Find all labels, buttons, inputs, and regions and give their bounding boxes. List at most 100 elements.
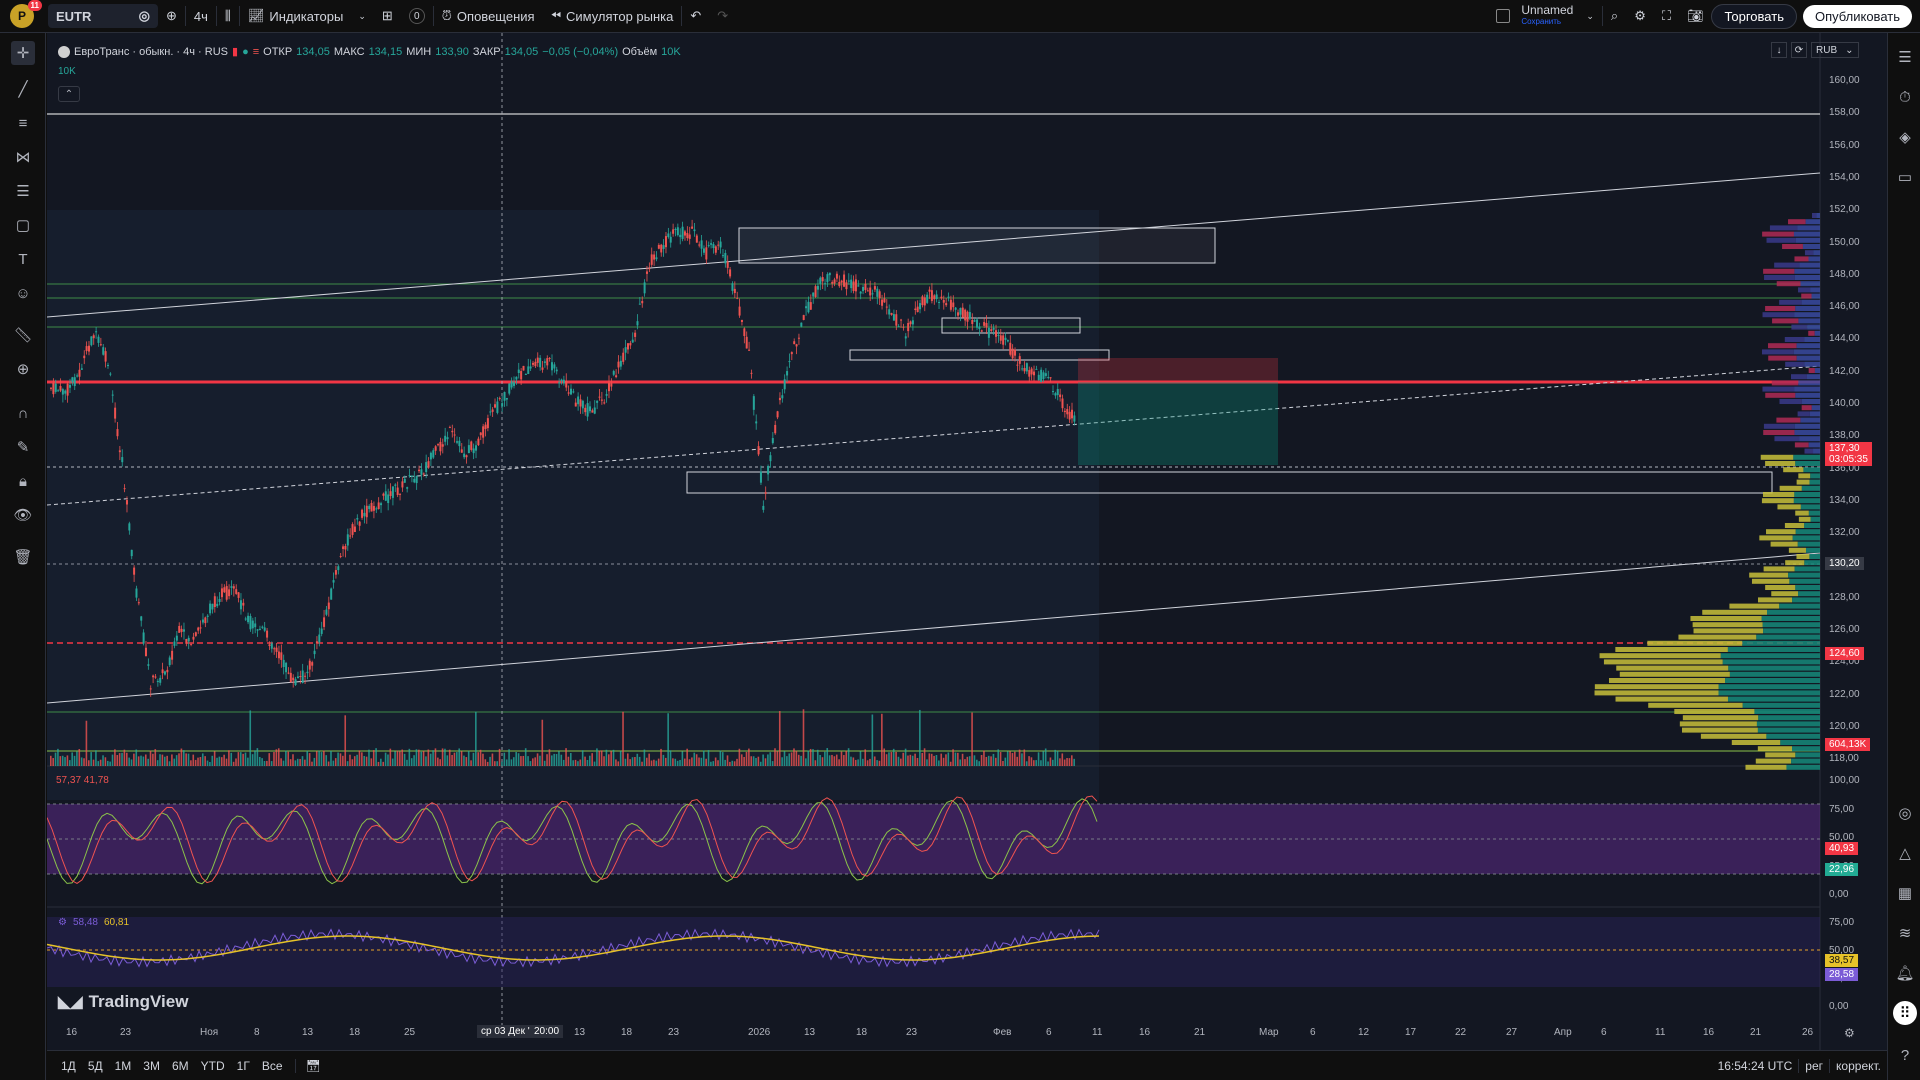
candle-body [137,602,140,604]
quick-search-button[interactable]: ⌕ [1603,0,1626,33]
forecast-icon[interactable]: ☰ [11,179,35,203]
help-icon[interactable]: ? [1893,1043,1917,1067]
adjust-toggle[interactable]: коррект. [1829,1058,1887,1073]
target-icon[interactable]: ◎ [1893,801,1917,825]
apps-icon[interactable]: ⠿ [1893,1001,1917,1025]
candle-body [971,319,974,325]
publish-button[interactable]: Опубликовать [1802,4,1912,28]
trash-icon[interactable]: 🗑︎ [11,545,35,569]
fib-icon[interactable]: ≡ [11,111,35,135]
shapes-icon[interactable]: ▢ [11,213,35,237]
volume-bar [437,757,439,766]
volume-profile-bar [1788,572,1820,578]
candle-body [106,364,109,367]
trade-button[interactable]: Торговать [1711,3,1797,29]
pattern-icon[interactable]: ⋈ [11,145,35,169]
chart-canvas[interactable] [47,33,1887,1053]
range-button[interactable]: 3М [137,1059,166,1073]
volume-profile-bar [1794,268,1820,274]
volume-profile-bar [1798,318,1820,324]
volume-bar [154,749,157,766]
replay-button[interactable]: ⏪︎ Симулятор рынка [543,0,682,33]
chart-pane[interactable] [47,33,1887,1053]
layout-name-button[interactable]: Unnamed Сохранить ⌄ [1488,0,1602,33]
volume-bar [619,751,622,766]
candle-body [403,478,406,483]
session-mode[interactable]: рег [1798,1058,1829,1073]
volume-bar [401,749,404,766]
arrow-down-icon[interactable]: ↓ [1771,42,1787,58]
range-button[interactable]: 1Г [231,1059,256,1073]
candle-body [332,580,335,583]
feed-icon[interactable]: ≋ [1893,921,1917,945]
crosshair-icon[interactable]: ✛ [11,41,35,65]
candle-body [446,437,449,440]
chat-icon[interactable]: ▭ [1893,165,1917,189]
axis-settings-icon[interactable]: ⚙ [1844,1026,1855,1040]
volume-profile-bar [1765,392,1796,398]
range-button[interactable]: 1Д [55,1059,82,1073]
candle-body [681,226,684,239]
lock-icon[interactable]: 🔒︎ [11,469,35,493]
volume-bar [698,757,700,766]
collapse-legend-button[interactable]: ⌃ [58,86,80,102]
watchlist-icon[interactable]: ☰ [1893,45,1917,69]
clock[interactable]: 16:54:24 UTC [1712,1059,1799,1073]
candle-body [467,445,470,454]
user-avatar[interactable]: P 11 [10,0,42,28]
candle-body [700,240,703,249]
templates-button[interactable]: 0 [401,0,433,33]
indicators-button[interactable]: 📈︎ Индикаторы ⌄ [240,0,374,33]
volume-bar [672,758,674,766]
layouts-button[interactable]: ⊞ [374,0,401,33]
chevron-down-icon[interactable]: ⌄ [358,11,366,22]
alerts-clock-icon[interactable]: ⏱︎ [1893,85,1917,109]
triangle-icon[interactable]: △ [1893,841,1917,865]
eye-icon[interactable]: 👁︎ [11,503,35,527]
candle-body [826,274,829,283]
compare-icon[interactable]: ◎ [139,8,150,24]
layout-checkbox[interactable] [1496,9,1511,23]
candle-body [631,339,634,343]
volume-bar [327,761,330,766]
symbol-search[interactable]: EUTR ◎ [48,4,158,28]
chart-type-button[interactable]: ⫼ [217,0,239,33]
legend-title[interactable]: ЕвроТранс · обыкн. · 4ч · RUS [74,46,228,58]
ruler-icon[interactable]: 📏︎ [11,323,35,347]
text-icon[interactable]: T [11,247,35,271]
calendar-icon[interactable]: ▦ [1893,881,1917,905]
volume-profile-bar [1790,374,1807,380]
currency-select[interactable]: RUB ⌄ [1811,42,1859,58]
range-button[interactable]: Все [256,1059,289,1073]
alerts-button[interactable]: ⏰︎ Оповещения [434,0,543,33]
fullscreen-button[interactable]: ⛶ [1654,0,1679,33]
volume-bar [147,758,149,766]
range-button[interactable]: YTD [195,1059,231,1073]
add-symbol-button[interactable]: ⊕ [158,0,185,33]
snapshot-button[interactable]: 📷︎ [1679,0,1712,33]
settings-button[interactable]: ⚙ [1626,0,1654,33]
candle-body [173,641,176,646]
range-button[interactable]: 1М [109,1059,138,1073]
zoom-icon[interactable]: ⊕ [11,357,35,381]
candle-body [966,311,969,322]
trendline-icon[interactable]: ╱ [11,77,35,101]
undo-button[interactable]: ↶ [682,0,709,33]
volume-profile-bar [1809,479,1820,485]
date-range-icon[interactable]: 📅︎ [294,1058,327,1073]
volume-bar [631,757,634,766]
refresh-icon[interactable]: ⟳ [1791,42,1807,58]
emoji-icon[interactable]: ☺ [11,281,35,305]
layers-icon[interactable]: ◈ [1893,125,1917,149]
candle-body [218,599,221,603]
magnet-icon[interactable]: ∩ [11,401,35,425]
chevron-down-icon[interactable]: ⌄ [1586,11,1594,22]
volume-bar [251,754,254,766]
interval-button[interactable]: 4ч [186,0,216,33]
bell-icon[interactable]: 🔔︎ [1893,961,1917,985]
range-button[interactable]: 6М [166,1059,195,1073]
range-button[interactable]: 5Д [82,1059,109,1073]
pencil-lock-icon[interactable]: ✎ [11,435,35,459]
redo-button[interactable]: ↷ [709,0,736,33]
volume-bar [1033,760,1035,766]
